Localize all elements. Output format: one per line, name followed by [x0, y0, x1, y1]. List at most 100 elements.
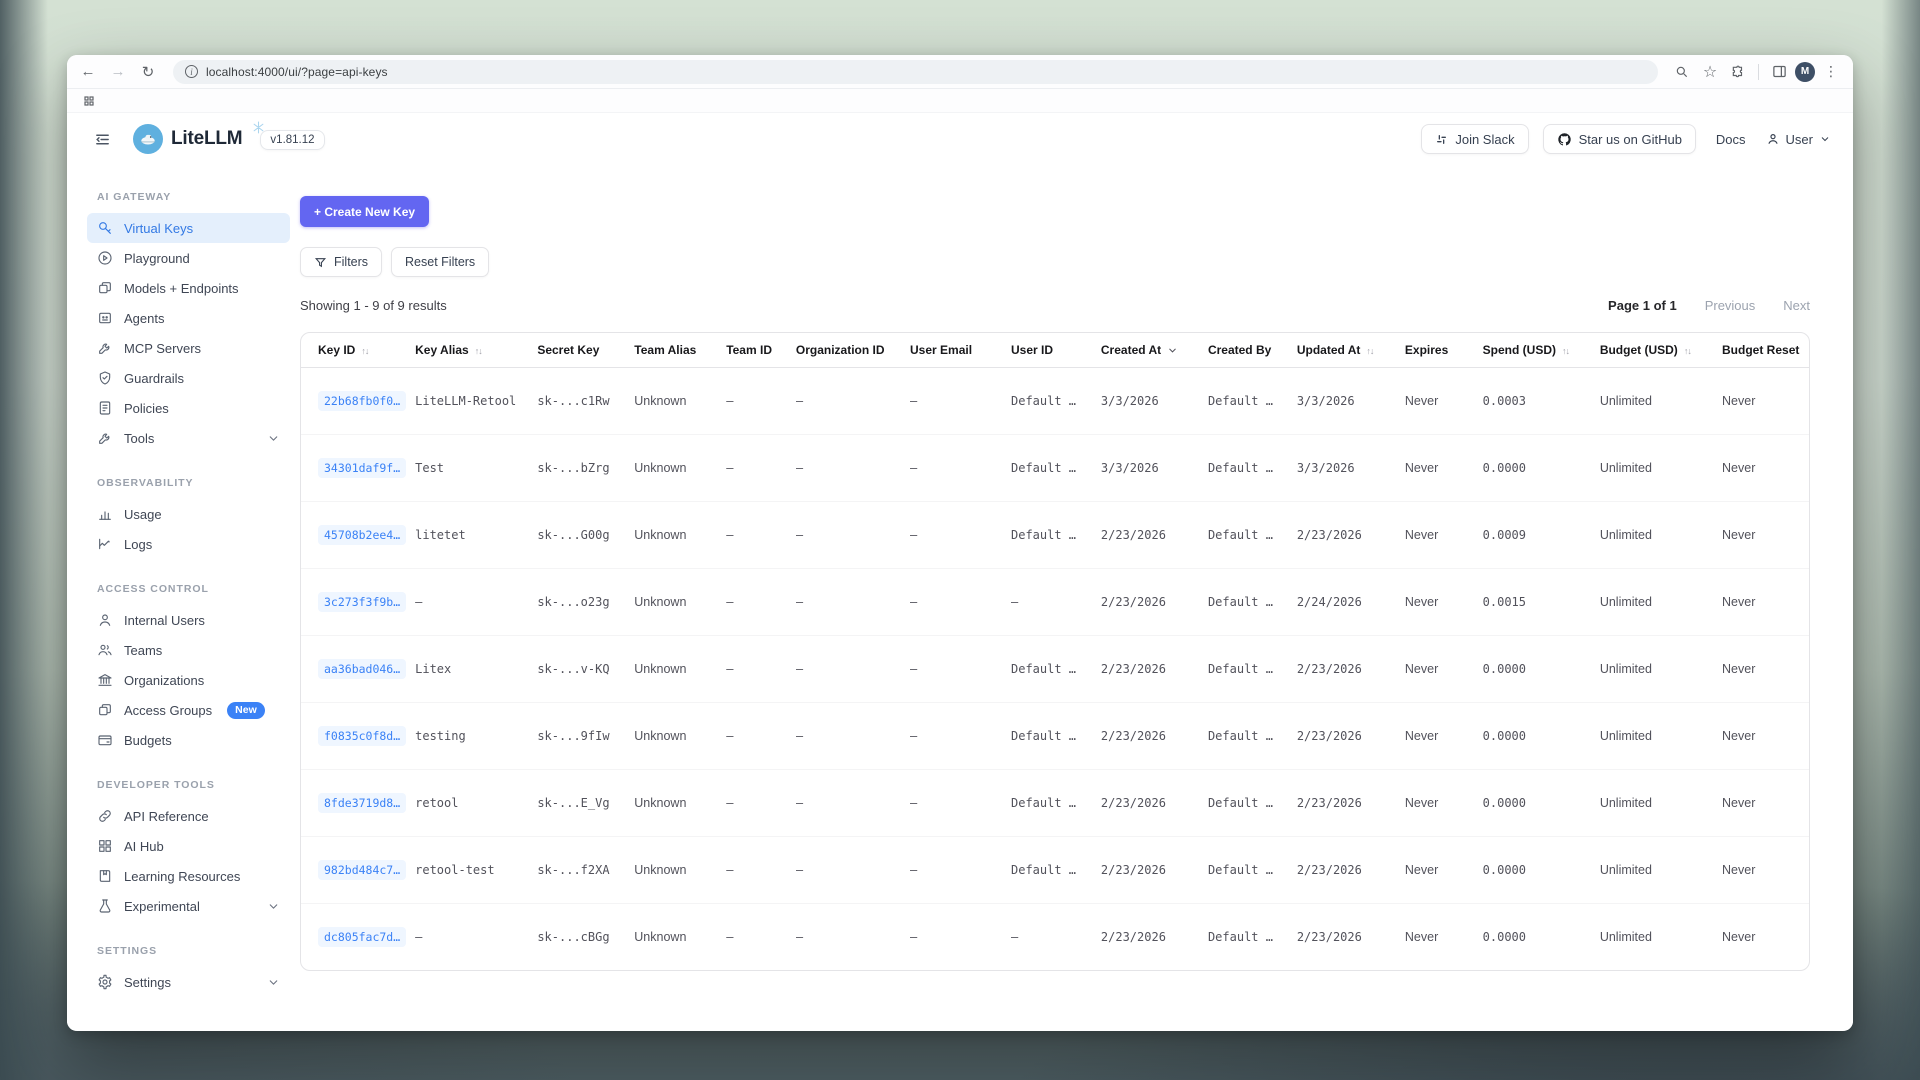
cell-value: Default …	[1208, 930, 1273, 944]
profile-avatar[interactable]: M	[1795, 62, 1815, 82]
sort-updown-icon[interactable]: ↑↓	[1562, 346, 1569, 356]
cell-value: Never	[1405, 595, 1438, 609]
key-id-link[interactable]: aa36bad046…	[318, 659, 406, 679]
sidebar-collapse-icon[interactable]	[89, 126, 115, 152]
chevron-down-icon	[267, 976, 280, 989]
zoom-icon[interactable]	[1670, 60, 1694, 84]
url-text[interactable]: localhost:4000/ui/?page=api-keys	[206, 65, 388, 79]
key-id-link[interactable]: 8fde3719d8…	[318, 793, 406, 813]
cell-key-alias: –	[415, 903, 537, 970]
user-icon	[97, 612, 113, 628]
sidebar-item-learning-resources[interactable]: Learning Resources	[87, 861, 290, 891]
cell-team-alias: Unknown	[634, 367, 726, 434]
forward-arrow-icon[interactable]: →	[105, 59, 131, 85]
side-panel-icon[interactable]	[1767, 60, 1791, 84]
cell-user-id: Default …	[1011, 769, 1101, 836]
cell-value: Never	[1722, 461, 1755, 475]
cell-value: –	[910, 461, 917, 475]
sidebar-item-logs[interactable]: Logs	[87, 529, 290, 559]
key-id-link[interactable]: 45708b2ee4…	[318, 525, 406, 545]
column-header-expires: Expires	[1405, 333, 1483, 367]
column-header-key-alias[interactable]: Key Alias↑↓	[415, 333, 537, 367]
join-slack-button[interactable]: Join Slack	[1421, 124, 1528, 154]
sidebar-item-mcp-servers[interactable]: MCP Servers	[87, 333, 290, 363]
bookmark-star-icon[interactable]: ☆	[1698, 60, 1722, 84]
sort-updown-icon[interactable]: ↑↓	[1366, 346, 1373, 356]
column-header-created-at[interactable]: Created At	[1101, 333, 1208, 367]
key-id-link[interactable]: 22b68fb0f0…	[318, 391, 406, 411]
docs-link[interactable]: Docs	[1716, 132, 1746, 147]
sidebar-item-label: Models + Endpoints	[124, 281, 239, 296]
sidebar-item-usage[interactable]: Usage	[87, 499, 290, 529]
cell-value: sk-...c1Rw	[537, 394, 609, 408]
table-row: dc805fac7d…–sk-...cBGgUnknown––––2/23/20…	[301, 903, 1809, 970]
cell-key-alias: –	[415, 568, 537, 635]
reload-icon[interactable]: ↻	[135, 59, 161, 85]
apps-grid-icon[interactable]	[77, 89, 101, 113]
sidebar-item-label: API Reference	[124, 809, 209, 824]
cell-budget-usd: Unlimited	[1600, 635, 1722, 702]
sidebar-item-playground[interactable]: Playground	[87, 243, 290, 273]
cell-value: 2/23/2026	[1101, 796, 1166, 810]
previous-page-button[interactable]: Previous	[1705, 298, 1756, 313]
url-bar[interactable]: i localhost:4000/ui/?page=api-keys	[173, 60, 1658, 84]
sidebar-item-api-reference[interactable]: API Reference	[87, 801, 290, 831]
sort-updown-icon[interactable]: ↑↓	[1684, 346, 1691, 356]
cell-key-id: f0835c0f8d…	[301, 702, 415, 769]
column-header-updated-at[interactable]: Updated At↑↓	[1297, 333, 1405, 367]
sidebar-item-experimental[interactable]: Experimental	[87, 891, 290, 921]
kebab-menu-icon[interactable]: ⋮	[1819, 60, 1843, 84]
cell-budget-usd: Unlimited	[1600, 568, 1722, 635]
next-page-button[interactable]: Next	[1783, 298, 1810, 313]
sidebar-item-guardrails[interactable]: Guardrails	[87, 363, 290, 393]
column-header-spend-usd[interactable]: Spend (USD) ↑↓	[1483, 333, 1600, 367]
sidebar-item-tools[interactable]: Tools	[87, 423, 290, 453]
column-header-label: Spend (USD)	[1483, 343, 1556, 357]
cell-budget-usd: Unlimited	[1600, 434, 1722, 501]
cell-spend-usd: 0.0015	[1483, 568, 1600, 635]
sidebar-item-organizations[interactable]: Organizations	[87, 665, 290, 695]
sort-desc-chevron-icon[interactable]	[1167, 345, 1178, 356]
cell-user-id: Default …	[1011, 836, 1101, 903]
sidebar-item-policies[interactable]: Policies	[87, 393, 290, 423]
reset-filters-button[interactable]: Reset Filters	[391, 247, 489, 277]
chevron-down-icon	[267, 432, 280, 445]
sidebar-item-models-endpoints[interactable]: Models + Endpoints	[87, 273, 290, 303]
sidebar-item-ai-hub[interactable]: AI Hub	[87, 831, 290, 861]
sidebar-item-access-groups[interactable]: Access GroupsNew	[87, 695, 290, 725]
sidebar-item-internal-users[interactable]: Internal Users	[87, 605, 290, 635]
sidebar-item-teams[interactable]: Teams	[87, 635, 290, 665]
extensions-puzzle-icon[interactable]	[1726, 60, 1750, 84]
sidebar-item-agents[interactable]: Agents	[87, 303, 290, 333]
slack-icon	[1435, 133, 1448, 146]
cell-value: 2/23/2026	[1297, 662, 1362, 676]
key-id-link[interactable]: dc805fac7d…	[318, 927, 406, 947]
sidebar-item-settings[interactable]: Settings	[87, 967, 290, 997]
cell-value: Never	[1722, 528, 1755, 542]
back-arrow-icon[interactable]: ←	[75, 59, 101, 85]
table-row: 8fde3719d8…retoolsk-...E_VgUnknown–––Def…	[301, 769, 1809, 836]
sort-updown-icon[interactable]: ↑↓	[361, 346, 368, 356]
cell-budget-usd: Unlimited	[1600, 769, 1722, 836]
key-id-link[interactable]: f0835c0f8d…	[318, 726, 406, 746]
sort-updown-icon[interactable]: ↑↓	[475, 346, 482, 356]
cell-updated-at: 2/23/2026	[1297, 501, 1405, 568]
cell-value: 0.0000	[1483, 930, 1526, 944]
key-id-link[interactable]: 3c273f3f9b…	[318, 592, 406, 612]
key-id-link[interactable]: 982bd484c7…	[318, 860, 406, 880]
sidebar-item-virtual-keys[interactable]: Virtual Keys	[87, 213, 290, 243]
create-new-key-button[interactable]: + Create New Key	[300, 196, 429, 227]
user-menu[interactable]: User	[1766, 132, 1831, 147]
cell-team-alias: Unknown	[634, 903, 726, 970]
cell-value: retool	[415, 796, 458, 810]
page-info-icon[interactable]: i	[185, 65, 198, 78]
key-id-link[interactable]: 34301daf9f…	[318, 458, 406, 478]
column-header-key-id[interactable]: Key ID↑↓	[301, 333, 415, 367]
filters-button[interactable]: Filters	[300, 247, 382, 277]
cell-updated-at: 2/23/2026	[1297, 836, 1405, 903]
sidebar-item-label: Logs	[124, 537, 152, 552]
star-github-button[interactable]: Star us on GitHub	[1543, 124, 1696, 154]
column-header-budget-usd[interactable]: Budget (USD)↑↓	[1600, 333, 1722, 367]
cell-value: Unlimited	[1600, 796, 1652, 810]
sidebar-item-budgets[interactable]: Budgets	[87, 725, 290, 755]
